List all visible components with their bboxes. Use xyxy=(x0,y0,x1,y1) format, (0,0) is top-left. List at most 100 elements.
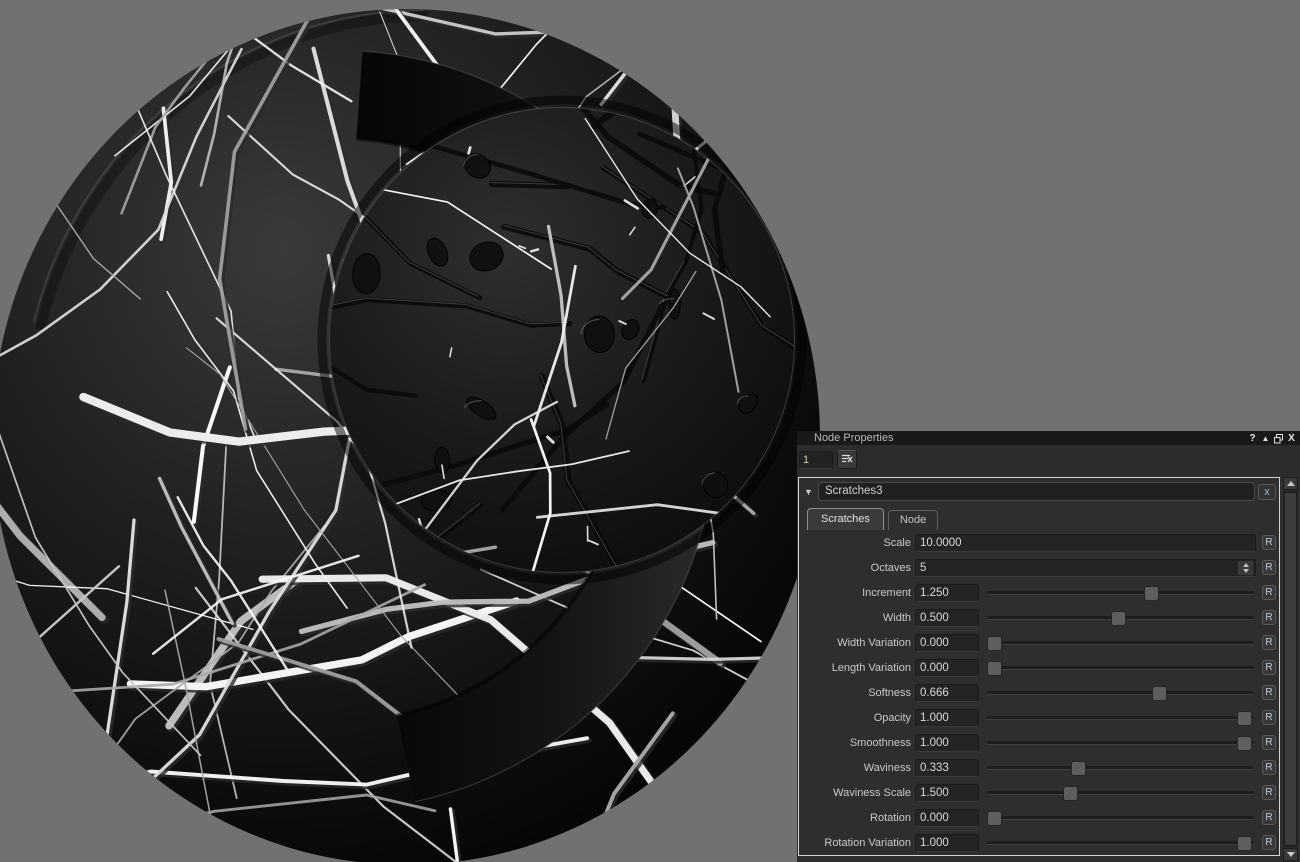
panel-toolbar xyxy=(797,445,1300,474)
width-input[interactable] xyxy=(915,608,979,627)
property-row-length-variation: Length Variation R xyxy=(799,655,1279,680)
titlebar-icons: ? ▲ X xyxy=(1247,432,1297,445)
rotation-variation-input[interactable] xyxy=(915,833,979,852)
width-variation-slider-thumb[interactable] xyxy=(987,636,1002,651)
panel-titlebar[interactable]: Node Properties ? ▲ X xyxy=(797,431,1300,445)
vertical-scrollbar[interactable] xyxy=(1283,477,1298,861)
node-close-button[interactable]: x xyxy=(1258,483,1276,500)
close-icon[interactable]: X xyxy=(1286,432,1297,445)
softness-slider-track[interactable] xyxy=(987,691,1254,695)
smoothness-label: Smoothness xyxy=(849,736,911,749)
softness-reset-button[interactable]: R xyxy=(1262,685,1276,700)
increment-reset-button[interactable]: R xyxy=(1262,585,1276,600)
width-variation-slider[interactable] xyxy=(987,635,1254,651)
property-row-scale: Scale R xyxy=(799,530,1279,555)
opacity-slider[interactable] xyxy=(987,710,1254,726)
tab-scratches[interactable]: Scratches xyxy=(807,508,884,530)
increment-slider-thumb[interactable] xyxy=(1144,586,1160,601)
waviness-scale-slider-track[interactable] xyxy=(987,791,1254,795)
waviness-scale-slider-thumb[interactable] xyxy=(1063,786,1079,801)
scrollbar-handle[interactable] xyxy=(1284,492,1297,846)
spinner-down-icon[interactable] xyxy=(1242,568,1249,573)
scale-reset-button[interactable]: R xyxy=(1262,535,1276,550)
scroll-up-button[interactable] xyxy=(1283,477,1298,490)
increment-label: Increment xyxy=(862,586,911,599)
property-row-smoothness: Smoothness R xyxy=(799,730,1279,755)
tab-node[interactable]: Node xyxy=(887,510,939,530)
width-variation-input[interactable] xyxy=(915,633,979,652)
increment-slider[interactable] xyxy=(987,585,1254,601)
smoothness-slider-track[interactable] xyxy=(987,741,1254,745)
node-name-field[interactable]: Scratches3 xyxy=(818,482,1255,501)
waviness-input[interactable] xyxy=(915,758,979,777)
rotation-reset-button[interactable]: R xyxy=(1262,810,1276,825)
width-slider-thumb[interactable] xyxy=(1111,611,1127,626)
rotation-variation-slider-thumb[interactable] xyxy=(1237,836,1253,851)
rotation-input[interactable] xyxy=(915,808,979,827)
length-variation-reset-button[interactable]: R xyxy=(1262,660,1276,675)
increment-slider-track[interactable] xyxy=(987,591,1254,595)
waviness-scale-reset-button[interactable]: R xyxy=(1262,785,1276,800)
waviness-reset-button[interactable]: R xyxy=(1262,760,1276,775)
panel-content: ▼ Scratches3 x Scratches Node ScaleROcta… xyxy=(797,474,1300,862)
collapse-triangle-icon[interactable]: ▼ xyxy=(802,487,815,497)
property-row-octaves: Octaves R xyxy=(799,555,1279,580)
softness-input[interactable] xyxy=(915,683,979,702)
length-variation-input[interactable] xyxy=(915,658,979,677)
waviness-label: Waviness xyxy=(863,761,911,774)
smoothness-input[interactable] xyxy=(915,733,979,752)
opacity-slider-track[interactable] xyxy=(987,716,1254,720)
scale-input[interactable] xyxy=(915,533,1256,552)
opacity-reset-button[interactable]: R xyxy=(1262,710,1276,725)
increment-controls: R xyxy=(915,583,1276,602)
octaves-input[interactable] xyxy=(915,558,1256,577)
increment-input[interactable] xyxy=(915,583,979,602)
arrow-up-icon xyxy=(1286,481,1295,486)
waviness-slider[interactable] xyxy=(987,760,1254,776)
filter-button[interactable] xyxy=(837,450,857,469)
scroll-down-button[interactable] xyxy=(1283,848,1298,861)
rotation-slider-thumb[interactable] xyxy=(987,811,1002,826)
property-row-waviness: Waviness R xyxy=(799,755,1279,780)
window-restore-icon[interactable] xyxy=(1273,432,1284,444)
waviness-slider-track[interactable] xyxy=(987,766,1254,770)
width-controls: R xyxy=(915,608,1276,627)
popup-icon[interactable]: ▲ xyxy=(1260,432,1271,445)
length-variation-slider-track[interactable] xyxy=(987,666,1254,670)
opacity-slider-thumb[interactable] xyxy=(1237,711,1253,726)
property-row-softness: Softness R xyxy=(799,680,1279,705)
rotation-slider[interactable] xyxy=(987,810,1254,826)
waviness-scale-input[interactable] xyxy=(915,783,979,802)
smoothness-reset-button[interactable]: R xyxy=(1262,735,1276,750)
rotation-slider-track[interactable] xyxy=(987,816,1254,820)
length-variation-slider[interactable] xyxy=(987,660,1254,676)
waviness-scale-controls: R xyxy=(915,783,1276,802)
octaves-reset-button[interactable]: R xyxy=(1262,560,1276,575)
width-reset-button[interactable]: R xyxy=(1262,610,1276,625)
smoothness-slider[interactable] xyxy=(987,735,1254,751)
help-icon[interactable]: ? xyxy=(1247,432,1258,445)
octaves-spinner[interactable] xyxy=(1237,559,1254,576)
length-variation-slider-thumb[interactable] xyxy=(987,661,1002,676)
opacity-controls: R xyxy=(915,708,1276,727)
width-variation-slider-track[interactable] xyxy=(987,641,1254,645)
rotation-variation-reset-button[interactable]: R xyxy=(1262,835,1276,850)
octaves-controls: R xyxy=(915,558,1276,577)
waviness-slider-thumb[interactable] xyxy=(1070,761,1086,776)
width-slider[interactable] xyxy=(987,610,1254,626)
property-row-increment: Increment R xyxy=(799,580,1279,605)
rotation-variation-slider[interactable] xyxy=(987,835,1254,851)
index-input[interactable] xyxy=(799,450,833,469)
width-label: Width xyxy=(882,611,911,624)
waviness-controls: R xyxy=(915,758,1276,777)
softness-slider[interactable] xyxy=(987,685,1254,701)
rotation-variation-slider-track[interactable] xyxy=(987,841,1254,845)
waviness-scale-slider[interactable] xyxy=(987,785,1254,801)
spinner-up-icon[interactable] xyxy=(1242,562,1249,567)
opacity-input[interactable] xyxy=(915,708,979,727)
softness-slider-thumb[interactable] xyxy=(1152,686,1168,701)
scale-field-wrap xyxy=(915,533,1256,552)
width-variation-reset-button[interactable]: R xyxy=(1262,635,1276,650)
smoothness-slider-thumb[interactable] xyxy=(1237,736,1253,751)
width-variation-label: Width Variation xyxy=(837,636,911,649)
